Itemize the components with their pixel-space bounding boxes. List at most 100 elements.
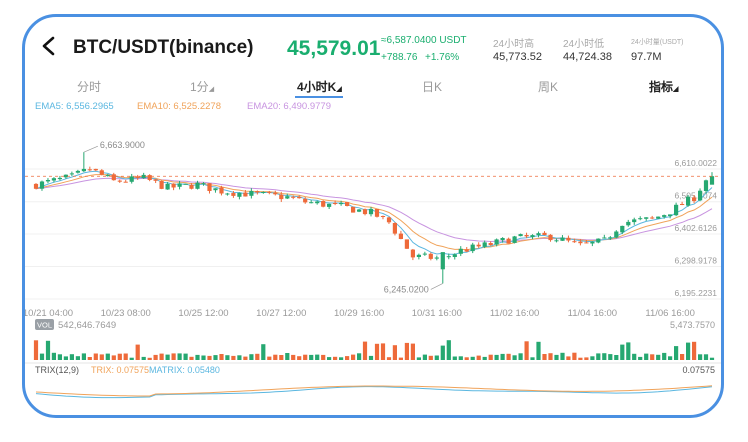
volume-bar [410,343,415,360]
volume-bar [452,356,457,360]
y-axis-tick-label: 6,402.6126 [674,223,717,233]
candle-body [596,238,601,243]
candle-body [428,253,433,259]
volume-bar [638,356,643,360]
volume-bar [357,353,362,360]
max-price-annotation: 6,663.9000 [100,140,145,150]
candle-body [392,223,397,234]
candle-body [650,217,655,219]
volume-bar [117,353,122,360]
candle-body [476,244,481,247]
candle-body [548,234,553,241]
candle-body [602,237,607,239]
candle-body [632,219,637,223]
volume-bar [321,354,326,360]
volume-bar [608,354,613,360]
candle-body [464,249,469,252]
candle-body [237,192,242,197]
volume-bar [237,355,242,360]
candle-body [87,169,92,171]
volume-bar [171,353,176,360]
candle-body [267,191,272,193]
candle-body [644,217,649,219]
volume-bar [345,356,350,360]
volume-bar [596,353,601,360]
volume-bar [207,355,212,360]
candle-body [709,176,715,185]
candle-body [309,202,314,204]
volume-bar [416,357,421,360]
candle-body [452,254,457,257]
volume-bar [279,355,284,360]
x-axis-tick-label: 10/25 12:00 [178,308,228,319]
volume-bar [213,355,218,360]
volume-bar [147,357,152,360]
candle-body [273,192,278,195]
candle-body [446,256,451,258]
candle-body [398,233,403,239]
candle-body [159,180,164,189]
volume-readout: 542,646.7649 [58,320,116,331]
volume-bar [470,356,475,360]
candle-body [195,182,200,189]
volume-bar [63,356,68,360]
volume-bar [632,353,637,360]
candle-body [620,225,625,233]
volume-bar [488,354,493,360]
volume-bar [189,356,194,360]
candle-body [626,221,631,226]
volume-bar [105,353,110,360]
candle-body [590,241,595,244]
candle-body [500,238,505,241]
candle-body [123,181,128,183]
candle-body [45,180,51,182]
candle-body [351,206,356,213]
volume-bar [99,354,104,360]
chart-window: BTC/USDT(binance) 45,579.01 ≈6,587.0400 … [22,14,724,418]
volume-badge-label: VOL [37,321,52,330]
candle-body [171,183,176,188]
candle-body [374,209,380,217]
volume-bar [243,356,248,360]
volume-bar [650,354,655,360]
kline-chart[interactable]: 6,610.00226,505.70746,402.61266,298.9178… [25,17,724,418]
volume-bar [590,356,595,360]
volume-bar [165,354,170,360]
volume-bar [285,353,290,360]
candle-body [327,203,332,207]
ema20-line [35,177,713,243]
candle-body [584,242,589,244]
candle-body [362,209,368,215]
volume-bar [57,354,62,360]
candle-body [434,257,439,259]
trix-right-value: 0.07575 [682,365,715,375]
candle-body [165,183,170,190]
candle-body [422,253,427,255]
volume-bar [87,357,92,360]
candle-body [285,196,290,199]
volume-bar [362,341,368,360]
candle-body [518,234,523,237]
candle-body [608,237,613,239]
candle-body [357,209,362,212]
x-axis-tick-label: 11/06 16:00 [645,308,694,319]
candle-body [111,174,116,181]
candle-body [303,198,308,203]
candle-body [75,170,80,173]
volume-bar [656,354,661,360]
candle-body [488,243,493,246]
candle-body [261,192,266,193]
candle-body [231,193,236,196]
volume-bar [686,342,691,360]
volume-bar [518,353,523,360]
volume-bar [584,357,589,360]
candle-body [219,187,224,194]
volume-bar [141,356,146,360]
candle-body [578,241,583,244]
x-axis-tick-label: 10/23 08:00 [101,308,151,319]
volume-bar [674,346,679,360]
volume-bar [309,354,314,360]
volume-bar [554,354,559,360]
volume-bar [129,357,134,360]
volume-bar [446,340,451,360]
